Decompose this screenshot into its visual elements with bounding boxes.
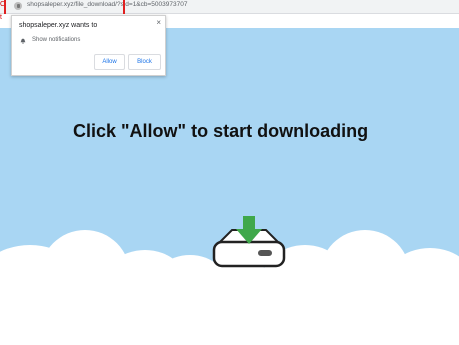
block-button[interactable]: Block [128, 54, 161, 70]
hard-drive-icon [212, 216, 286, 268]
notification-permission-popup: shopsaleper.xyz wants to × Show notifica… [11, 15, 166, 76]
headline: Click "Allow" to start downloading [73, 121, 369, 141]
allow-button[interactable]: Allow [94, 54, 125, 70]
popup-title: shopsaleper.xyz wants to [19, 22, 98, 29]
edge-fragment: t [0, 14, 2, 21]
permission-text: Show notifications [32, 37, 81, 43]
close-icon[interactable]: × [156, 18, 161, 27]
bell-icon [20, 38, 26, 44]
